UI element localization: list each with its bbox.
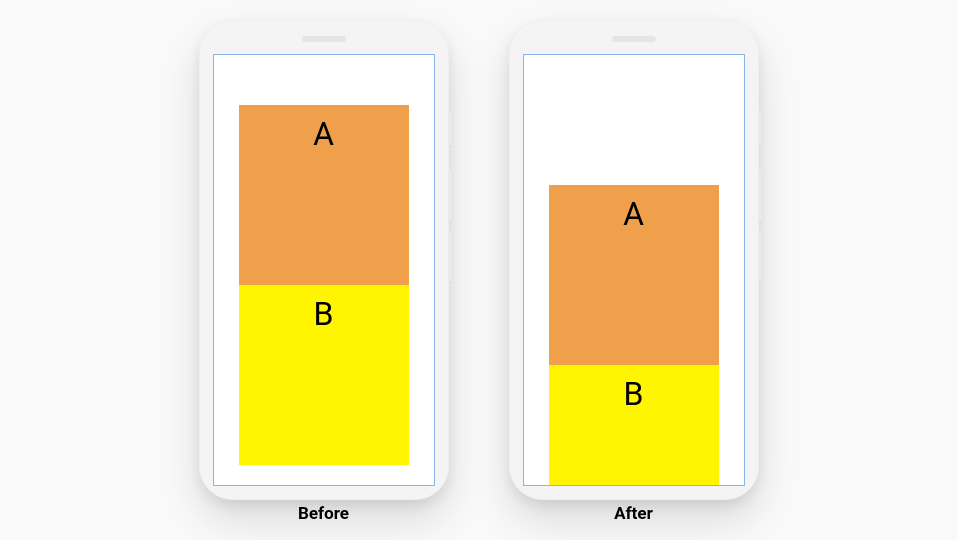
- caption-before: Before: [298, 504, 349, 524]
- phone-after-wrap: A B After: [509, 20, 759, 524]
- phone-after: A B: [509, 20, 759, 500]
- diagram-stage: A B Before A B After: [0, 0, 957, 540]
- phone-side-button: [449, 170, 452, 222]
- phone-side-button: [449, 110, 452, 146]
- phone-side-button: [759, 230, 762, 282]
- block-a: A: [239, 105, 409, 285]
- phone-before: A B: [199, 20, 449, 500]
- phone-screen: A B: [523, 54, 745, 486]
- block-a: A: [549, 185, 719, 365]
- phone-side-button: [759, 110, 762, 146]
- phone-side-button: [449, 230, 452, 282]
- block-b: B: [239, 285, 409, 465]
- caption-after: After: [614, 504, 653, 524]
- phone-before-wrap: A B Before: [199, 20, 449, 524]
- phone-side-button: [759, 170, 762, 222]
- phone-screen: A B: [213, 54, 435, 486]
- block-b: B: [549, 365, 719, 486]
